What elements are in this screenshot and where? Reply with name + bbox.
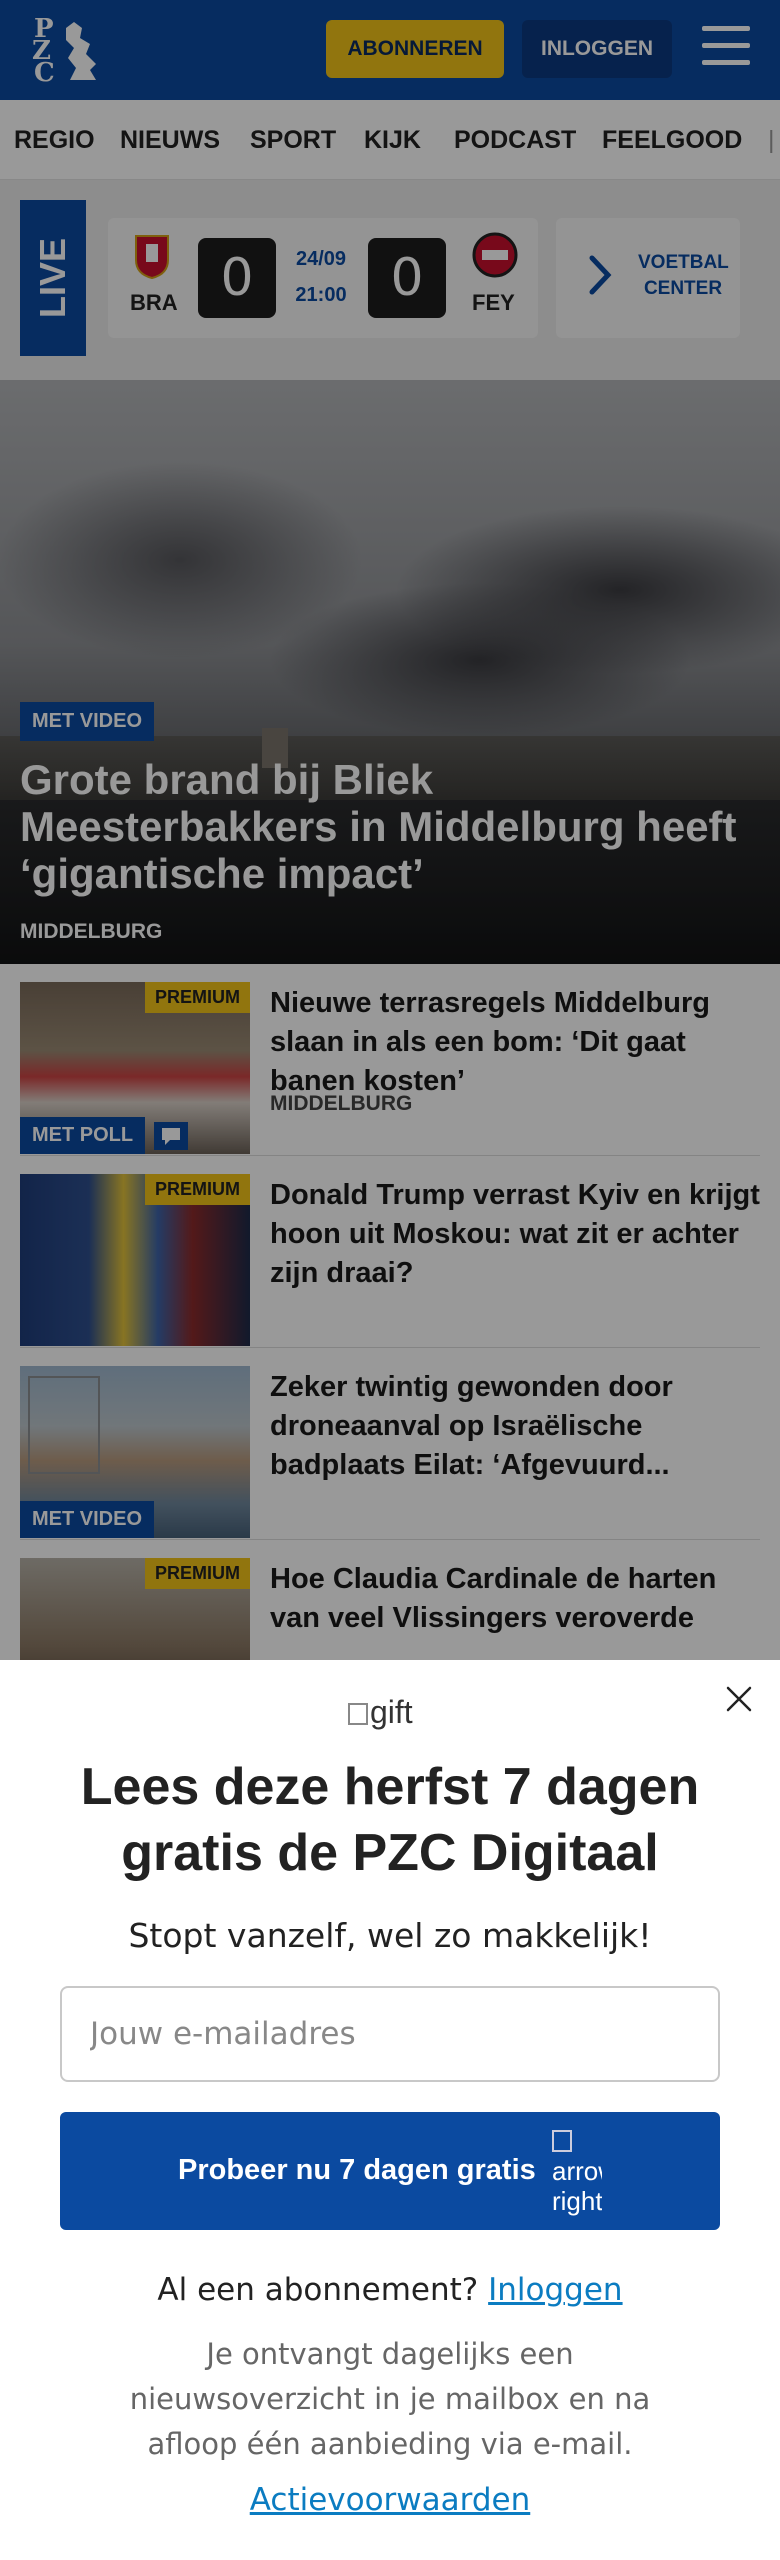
terms-link[interactable]: Actievoorwaarden	[40, 2482, 740, 2518]
existing-subscription-line: Al een abonnement? Inloggen	[40, 2272, 740, 2308]
trial-cta-button[interactable]: Probeer nu 7 dagen gratis arrow right	[60, 2112, 720, 2230]
email-field[interactable]	[60, 1986, 720, 2082]
subscription-popup: gift Lees deze herfst 7 dagen gratis de …	[0, 1660, 780, 2560]
existing-subscription-text: Al een abonnement?	[157, 2272, 479, 2308]
broken-image-icon	[348, 1703, 368, 1725]
login-link[interactable]: Inloggen	[488, 2272, 622, 2308]
arrow-right-icon: arrow right	[552, 2126, 602, 2222]
newsletter-disclaimer: Je ontvangt dagelijks een nieuwsoverzich…	[129, 2337, 651, 2461]
close-icon[interactable]	[724, 1684, 754, 1714]
popup-subtitle: Stopt vanzelf, wel zo makkelijk!	[128, 1916, 652, 1955]
cta-label: Probeer nu 7 dagen gratis	[178, 2154, 536, 2186]
modal-backdrop[interactable]	[0, 0, 780, 1660]
popup-title: Lees deze herfst 7 dagen gratis de PZC D…	[80, 1758, 700, 1882]
gift-image: gift	[348, 1694, 413, 1731]
